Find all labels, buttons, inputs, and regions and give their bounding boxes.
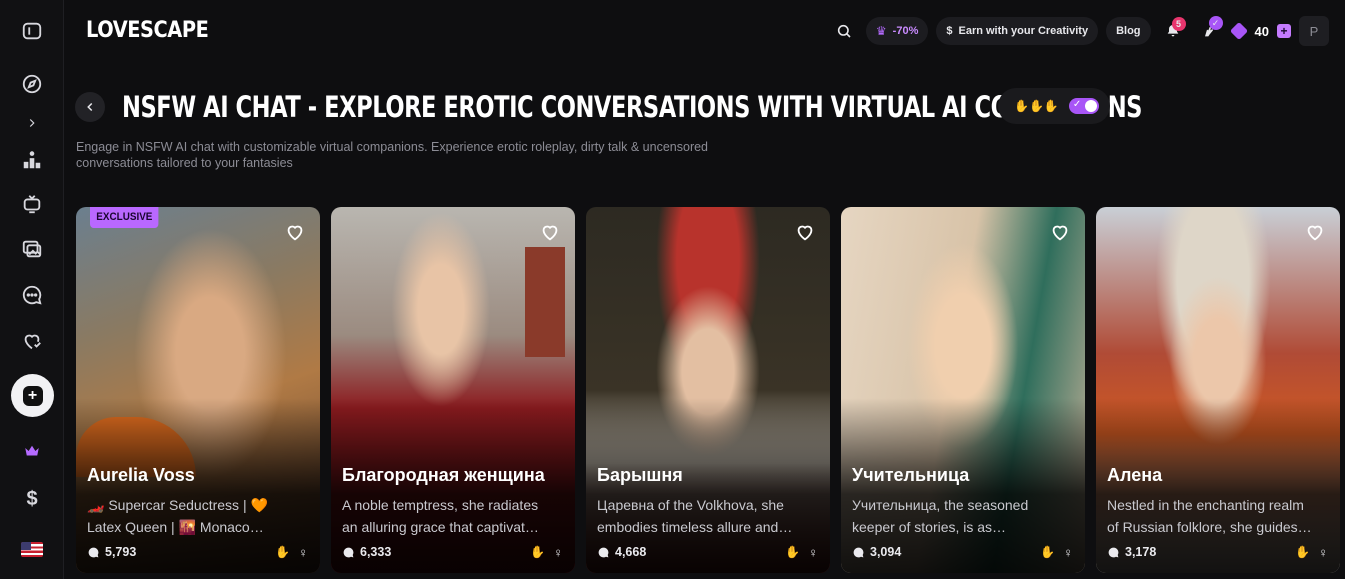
hand-icon: ✋ bbox=[530, 545, 546, 559]
character-name: Алена bbox=[1107, 465, 1163, 485]
chat-count: 3,094 bbox=[870, 545, 902, 559]
page-subtitle: Engage in NSFW AI chat with customizable… bbox=[76, 140, 709, 170]
us-flag-icon[interactable] bbox=[21, 542, 43, 557]
compass-icon[interactable] bbox=[17, 69, 47, 99]
premium-discount-button[interactable]: ♛ -70% bbox=[865, 17, 929, 45]
female-icon: ♀ bbox=[298, 544, 308, 560]
verified-filter-button[interactable]: ✓ bbox=[1195, 16, 1223, 45]
character-name: Учительница bbox=[852, 465, 970, 485]
character-name: Барышня bbox=[597, 465, 683, 485]
hand-icon: ✋✋✋ bbox=[1014, 99, 1059, 113]
earn-label: Earn with your Creativity bbox=[958, 25, 1089, 37]
female-icon: ♀ bbox=[1318, 544, 1328, 560]
description-line: Учительница, the seasoned bbox=[852, 497, 1029, 513]
hand-icon: ✋ bbox=[785, 545, 801, 559]
gallery-icon[interactable] bbox=[17, 234, 47, 264]
card-footer: 5,793 ✋ ♀ bbox=[87, 544, 308, 560]
earn-button[interactable]: $ Earn with your Creativity bbox=[936, 17, 1099, 45]
heart-icon[interactable] bbox=[539, 221, 561, 243]
notifications-button[interactable]: 5 bbox=[1159, 17, 1187, 45]
female-icon: ♀ bbox=[808, 544, 818, 560]
add-gems-icon[interactable]: + bbox=[1277, 24, 1291, 38]
character-description: Царевна of the Volkhova, she embodies ti… bbox=[597, 494, 823, 538]
character-card[interactable]: EXCLUSIVE Aurelia Voss 🏎️ Supercar Seduc… bbox=[76, 207, 320, 573]
description-line: of Russian folklore, she guides… bbox=[1107, 519, 1312, 535]
chat-count-icon bbox=[853, 547, 864, 557]
site-logo[interactable]: LOVESCAPE bbox=[86, 18, 209, 43]
character-description: Учительница, the seasoned keeper of stor… bbox=[852, 494, 1078, 538]
heart-icon[interactable] bbox=[1049, 221, 1071, 243]
chat-count: 4,668 bbox=[615, 545, 647, 559]
dollar-icon: $ bbox=[946, 25, 953, 37]
back-button[interactable] bbox=[75, 92, 105, 122]
top-bar: ♛ -70% $ Earn with your Creativity Blog … bbox=[830, 16, 1329, 46]
nsfw-filter-toggle[interactable]: ✋✋✋ ✓ bbox=[998, 88, 1110, 124]
card-footer: 4,668 ✋ ♀ bbox=[597, 544, 818, 560]
chevron-right-icon[interactable] bbox=[17, 108, 47, 138]
chat-icon[interactable] bbox=[17, 280, 47, 310]
hand-icon: ✋ bbox=[1295, 545, 1311, 559]
crown-icon[interactable] bbox=[17, 436, 47, 466]
chat-count-icon bbox=[343, 547, 354, 557]
description-line: Царевна of the Volkhova, she bbox=[597, 497, 784, 513]
character-grid: EXCLUSIVE Aurelia Voss 🏎️ Supercar Seduc… bbox=[76, 207, 1340, 573]
character-description: Nestled in the enchanting realm of Russi… bbox=[1107, 494, 1333, 538]
user-avatar[interactable]: P bbox=[1299, 16, 1329, 46]
description-line: 🏎️ Supercar Seductress | 🧡 bbox=[87, 497, 268, 513]
character-name: Благородная женщина bbox=[342, 465, 545, 485]
description-line: A noble temptress, she radiates bbox=[342, 497, 539, 513]
tv-icon[interactable] bbox=[17, 189, 47, 219]
hand-icon: ✋ bbox=[275, 545, 291, 559]
card-footer: 3,178 ✋ ♀ bbox=[1107, 544, 1328, 560]
blog-link[interactable]: Blog bbox=[1106, 17, 1151, 45]
dollar-icon[interactable]: $ bbox=[17, 484, 47, 514]
sidebar: + $ bbox=[0, 0, 64, 579]
heart-icon[interactable] bbox=[284, 221, 306, 243]
character-card[interactable]: Учительница Учительница, the seasoned ke… bbox=[841, 207, 1085, 573]
gems-balance[interactable]: 40 + bbox=[1229, 21, 1291, 41]
heart-icon[interactable] bbox=[1304, 221, 1326, 243]
heart-icon[interactable] bbox=[794, 221, 816, 243]
description-line: embodies timeless allure and… bbox=[597, 519, 793, 535]
tower-image bbox=[525, 247, 565, 357]
heart-refresh-icon[interactable] bbox=[17, 326, 47, 356]
chat-count-icon bbox=[1108, 547, 1119, 557]
character-description: A noble temptress, she radiates an allur… bbox=[342, 494, 568, 538]
character-card[interactable]: Благородная женщина A noble temptress, s… bbox=[331, 207, 575, 573]
page-title: NSFW AI CHAT - EXPLORE EROTIC CONVERSATI… bbox=[122, 90, 1142, 124]
chat-count: 5,793 bbox=[105, 545, 137, 559]
character-description: 🏎️ Supercar Seductress | 🧡 Latex Queen |… bbox=[87, 494, 313, 538]
chevron-left-icon bbox=[87, 102, 93, 112]
gems-count: 40 bbox=[1254, 23, 1269, 39]
description-line: Latex Queen | 🌇 Monaco… bbox=[87, 519, 264, 535]
description-line: Nestled in the enchanting realm bbox=[1107, 497, 1304, 513]
chat-count: 3,178 bbox=[1125, 545, 1157, 559]
female-icon: ♀ bbox=[1063, 544, 1073, 560]
gem-icon bbox=[1229, 21, 1248, 41]
female-icon: ♀ bbox=[553, 544, 563, 560]
card-footer: 6,333 ✋ ♀ bbox=[342, 544, 563, 560]
chat-count-icon bbox=[598, 547, 609, 557]
notification-count-badge: 5 bbox=[1171, 17, 1186, 31]
search-icon[interactable] bbox=[830, 17, 858, 45]
character-card[interactable]: Алена Nestled in the enchanting realm of… bbox=[1096, 207, 1340, 573]
character-card[interactable]: Барышня Царевна of the Volkhova, she emb… bbox=[586, 207, 830, 573]
description-line: an alluring grace that captivat… bbox=[342, 519, 539, 535]
discount-label: -70% bbox=[892, 25, 919, 37]
blog-label: Blog bbox=[1116, 25, 1141, 37]
toggle-switch[interactable]: ✓ bbox=[1068, 98, 1099, 114]
hand-icon: ✋ bbox=[1040, 545, 1056, 559]
leaderboard-icon[interactable] bbox=[17, 145, 47, 175]
check-badge-icon: ✓ bbox=[1208, 16, 1223, 30]
chat-count: 6,333 bbox=[360, 545, 392, 559]
card-footer: 3,094 ✋ ♀ bbox=[852, 544, 1073, 560]
plus-icon: + bbox=[22, 385, 43, 406]
character-name: Aurelia Voss bbox=[87, 465, 195, 485]
create-character-button[interactable]: + bbox=[11, 374, 54, 417]
sidebar-toggle-icon[interactable] bbox=[17, 16, 47, 46]
description-line: keeper of stories, is as… bbox=[852, 519, 1007, 535]
chat-count-icon bbox=[88, 547, 99, 557]
exclusive-badge: EXCLUSIVE bbox=[90, 207, 159, 228]
crown-icon: ♛ bbox=[875, 24, 887, 38]
